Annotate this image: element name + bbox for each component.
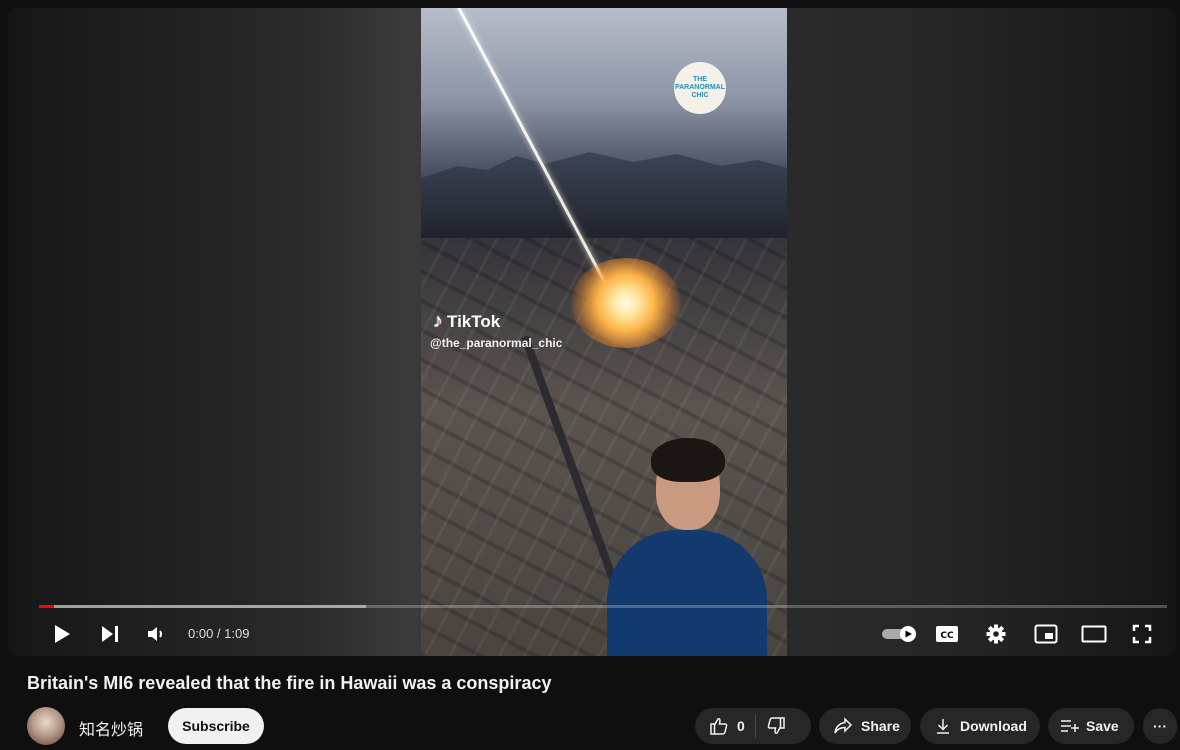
video-title: Britain's MI6 revealed that the fire in … [27, 673, 552, 693]
settings-icon[interactable] [978, 616, 1014, 652]
like-separator [754, 714, 756, 738]
time-display: 0:00 / 1:09 [188, 626, 250, 641]
volume-icon[interactable] [138, 616, 174, 652]
like-count: 0 [737, 718, 745, 734]
video-player[interactable]: THE PARANORMAL CHIC ♪ TikTok @the_parano… [8, 8, 1176, 656]
tiktok-watermark: ♪ TikTok [433, 310, 500, 333]
download-button[interactable]: Download [920, 708, 1040, 744]
tiktok-handle: @the_paranormal_chic [430, 336, 563, 350]
progress-bar[interactable] [39, 605, 1167, 608]
autoplay-toggle[interactable] [880, 616, 920, 652]
save-to-playlist-icon [1060, 718, 1080, 734]
channel-watermark-logo: THE PARANORMAL CHIC [674, 62, 726, 114]
share-label: Share [861, 718, 900, 734]
presenter-hair [651, 438, 725, 482]
subscribe-button[interactable]: Subscribe [168, 708, 264, 744]
channel-avatar[interactable] [27, 707, 65, 745]
more-actions-icon: ··· [1153, 718, 1167, 734]
play-icon[interactable] [44, 616, 80, 652]
svg-text:CC: CC [940, 631, 954, 641]
video-mountains [421, 152, 787, 248]
next-icon[interactable] [92, 616, 128, 652]
video-frame[interactable]: THE PARANORMAL CHIC ♪ TikTok @the_parano… [421, 8, 787, 656]
miniplayer-icon[interactable] [1028, 616, 1064, 652]
channel-row: 知名炒锅 Subscribe 0 Share Download Save ··· [27, 707, 1177, 745]
save-button[interactable]: Save [1048, 708, 1134, 744]
save-label: Save [1086, 718, 1119, 734]
more-actions-button[interactable]: ··· [1143, 708, 1177, 744]
fullscreen-icon[interactable] [1124, 616, 1160, 652]
channel-name[interactable]: 知名炒锅 [79, 716, 143, 740]
like-button[interactable] [709, 716, 729, 736]
download-icon [934, 717, 952, 735]
share-button[interactable]: Share [819, 708, 911, 744]
like-dislike-group: 0 [695, 708, 811, 744]
share-icon [833, 717, 853, 735]
video-explosion [571, 258, 681, 348]
progress-buffered [39, 605, 367, 608]
watermark-text: THE PARANORMAL CHIC [674, 76, 726, 99]
tiktok-icon: ♪ [433, 310, 443, 332]
tiktok-label: TikTok [447, 311, 501, 331]
theater-icon[interactable] [1076, 616, 1112, 652]
player-controls: 0:00 / 1:09 CC [8, 616, 1176, 652]
captions-icon[interactable]: CC [929, 616, 965, 652]
dislike-icon[interactable] [766, 716, 786, 736]
progress-played [39, 605, 54, 608]
download-label: Download [960, 718, 1027, 734]
